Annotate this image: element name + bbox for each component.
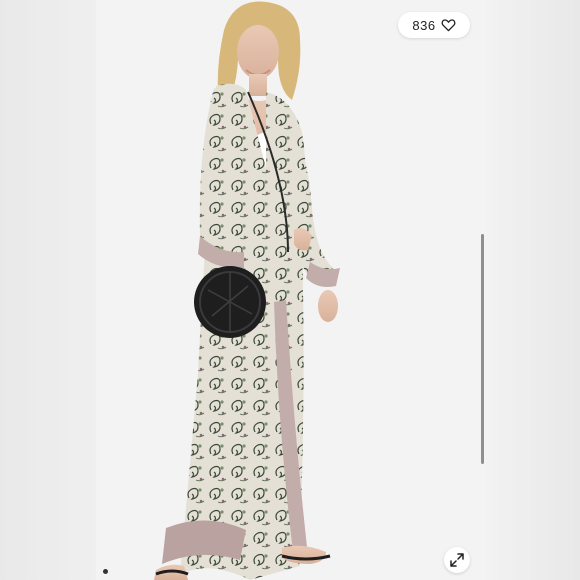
heart-icon — [441, 19, 456, 32]
product-photo[interactable] — [96, 0, 486, 580]
product-image-viewer: 836 — [0, 0, 580, 580]
likes-button[interactable]: 836 — [398, 12, 470, 38]
left-backdrop — [0, 0, 96, 580]
expand-button[interactable] — [444, 547, 470, 573]
right-backdrop — [486, 0, 580, 580]
model-in-paisley-kimono-illustration — [96, 0, 486, 580]
likes-count: 836 — [412, 17, 436, 33]
pagination-dot[interactable] — [103, 569, 108, 574]
scrollbar[interactable] — [481, 234, 484, 464]
expand-arrows-icon — [450, 553, 464, 567]
gallery-pagination — [103, 569, 108, 574]
